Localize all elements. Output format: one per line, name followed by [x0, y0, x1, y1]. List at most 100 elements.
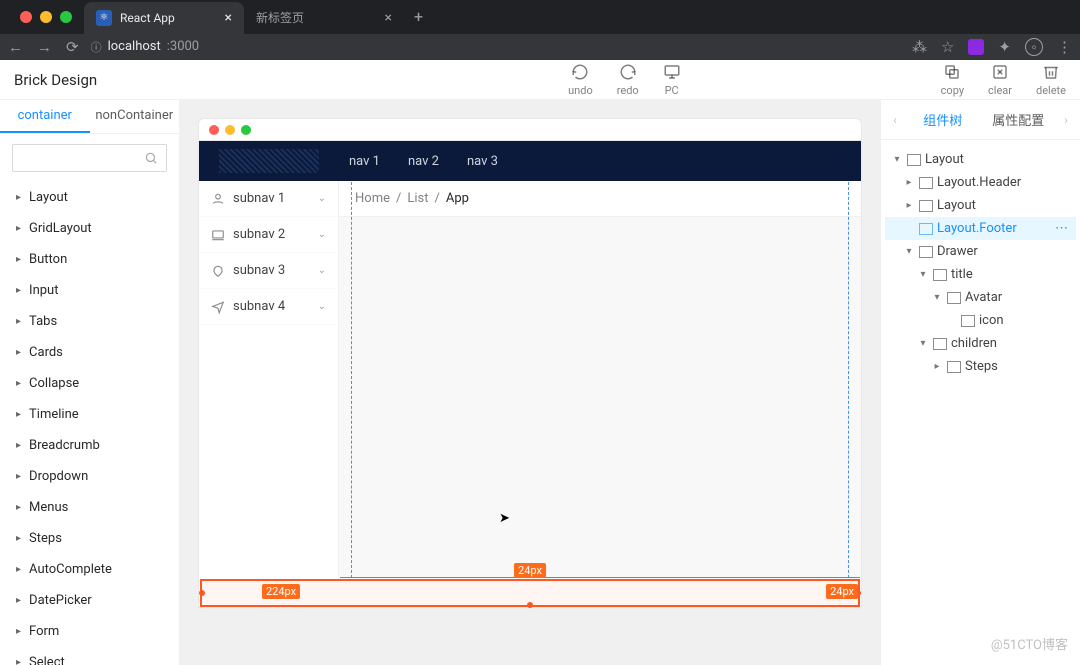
- preview-close-icon: [209, 125, 219, 135]
- breadcrumb-item[interactable]: List: [407, 191, 428, 206]
- component-item[interactable]: ▸Input: [0, 275, 179, 306]
- browser-tab[interactable]: 新标签页 ×: [244, 2, 404, 34]
- nav-item[interactable]: nav 3: [467, 154, 498, 169]
- address-bar: ← → ⟳ ⓘ localhost:3000 ⁂ ☆ ✦ ◦ ⋮: [0, 34, 1080, 60]
- tree-caret-icon[interactable]: ▾: [917, 269, 929, 280]
- selected-footer-element[interactable]: 224px 24px: [200, 579, 860, 607]
- component-box-icon: [947, 292, 961, 304]
- chevron-down-icon: ⌄: [318, 229, 326, 240]
- tree-node[interactable]: ▸Steps: [885, 355, 1076, 378]
- tree-caret-icon[interactable]: ▾: [891, 154, 903, 165]
- breadcrumb-item[interactable]: App: [446, 191, 469, 206]
- component-item[interactable]: ▸Dropdown: [0, 461, 179, 492]
- preview-sidebar[interactable]: subnav 1⌄subnav 2⌄subnav 3⌄subnav 4⌄: [199, 181, 339, 579]
- maximize-window-icon[interactable]: [60, 11, 72, 23]
- menu-icon[interactable]: ⋮: [1057, 38, 1072, 56]
- tree-caret-icon[interactable]: ▾: [903, 246, 915, 257]
- chevron-down-icon: ⌄: [318, 265, 326, 276]
- tab-component-tree[interactable]: 组件树: [905, 100, 981, 139]
- bookmark-icon[interactable]: ☆: [941, 38, 954, 56]
- component-item[interactable]: ▸Steps: [0, 523, 179, 554]
- component-item[interactable]: ▸Select: [0, 647, 179, 665]
- browser-tab-active[interactable]: ⚛ React App ×: [84, 2, 244, 34]
- more-actions-icon[interactable]: ⋯: [1055, 221, 1070, 236]
- tree-node[interactable]: ▾Drawer: [885, 240, 1076, 263]
- tree-caret-icon[interactable]: ▸: [903, 177, 915, 188]
- preview-header[interactable]: nav 1 nav 2 nav 3: [199, 141, 861, 181]
- component-item[interactable]: ▸AutoComplete: [0, 554, 179, 585]
- component-item[interactable]: ▸Layout: [0, 182, 179, 213]
- component-item[interactable]: ▸GridLayout: [0, 213, 179, 244]
- tree-node[interactable]: ▾Layout: [885, 148, 1076, 171]
- tree-caret-icon[interactable]: ▾: [931, 292, 943, 303]
- preview-logo-placeholder[interactable]: [219, 149, 319, 173]
- tree-node[interactable]: ▸Layout.Header: [885, 171, 1076, 194]
- preview-sidebar-item[interactable]: subnav 4⌄: [199, 289, 338, 325]
- close-tab-icon[interactable]: ×: [385, 10, 392, 26]
- component-item[interactable]: ▸DatePicker: [0, 585, 179, 616]
- tab-props-config[interactable]: 属性配置: [981, 100, 1057, 139]
- tree-caret-icon[interactable]: ▸: [931, 361, 943, 372]
- pc-viewport-button[interactable]: PC: [663, 63, 681, 97]
- tab-noncontainer[interactable]: nonContainer: [90, 100, 180, 133]
- new-tab-button[interactable]: +: [404, 7, 433, 26]
- favicon-icon: ⚛: [96, 10, 112, 26]
- design-canvas[interactable]: nav 1 nav 2 nav 3 subnav 1⌄subnav 2⌄subn…: [180, 100, 880, 665]
- copy-button[interactable]: copy: [941, 63, 964, 97]
- tab-container[interactable]: container: [0, 100, 90, 133]
- minimize-window-icon[interactable]: [40, 11, 52, 23]
- browser-tab-bar: ⚛ React App × 新标签页 × +: [0, 0, 1080, 34]
- tree-node[interactable]: ▾children: [885, 332, 1076, 355]
- component-item[interactable]: ▸Menus: [0, 492, 179, 523]
- component-item[interactable]: ▸Form: [0, 616, 179, 647]
- nav-item[interactable]: nav 1: [349, 154, 380, 169]
- delete-button[interactable]: delete: [1036, 63, 1066, 97]
- component-item[interactable]: ▸Button: [0, 244, 179, 275]
- trash-icon: [1042, 63, 1060, 81]
- tree-node[interactable]: ▸Layout: [885, 194, 1076, 217]
- close-tab-icon[interactable]: ×: [225, 10, 232, 26]
- tree-caret-icon[interactable]: ▸: [903, 200, 915, 211]
- tree-node[interactable]: Layout.Footer⋯: [885, 217, 1076, 240]
- forward-button[interactable]: →: [37, 38, 52, 56]
- resize-handle[interactable]: [527, 602, 533, 608]
- caret-right-icon: ▸: [16, 533, 21, 544]
- extensions-icon[interactable]: ✦: [998, 38, 1011, 56]
- tree-node[interactable]: icon: [885, 309, 1076, 332]
- clear-button[interactable]: clear: [988, 63, 1012, 97]
- tabs-next-icon[interactable]: ›: [1056, 113, 1076, 127]
- preview-frame[interactable]: nav 1 nav 2 nav 3 subnav 1⌄subnav 2⌄subn…: [198, 140, 862, 608]
- component-item[interactable]: ▸Tabs: [0, 306, 179, 337]
- tree-node[interactable]: ▾title: [885, 263, 1076, 286]
- resize-handle[interactable]: [199, 590, 205, 596]
- translate-icon[interactable]: ⁂: [912, 38, 927, 56]
- preview-sidebar-item[interactable]: subnav 2⌄: [199, 217, 338, 253]
- undo-button[interactable]: undo: [568, 63, 593, 97]
- extension-icon[interactable]: [968, 39, 984, 55]
- tabs-prev-icon[interactable]: ‹: [885, 113, 905, 127]
- component-item[interactable]: ▸Timeline: [0, 399, 179, 430]
- component-search-input[interactable]: [12, 144, 167, 172]
- tree-node[interactable]: ▾Avatar: [885, 286, 1076, 309]
- preview-sidebar-item[interactable]: subnav 1⌄: [199, 181, 338, 217]
- tree-caret-icon[interactable]: ▾: [917, 338, 929, 349]
- back-button[interactable]: ←: [8, 38, 23, 56]
- component-list[interactable]: ▸Layout▸GridLayout▸Button▸Input▸Tabs▸Car…: [0, 182, 179, 665]
- url-field[interactable]: ⓘ localhost:3000: [91, 39, 900, 55]
- component-tree[interactable]: ▾Layout▸Layout.Header▸LayoutLayout.Foote…: [881, 140, 1080, 386]
- profile-icon[interactable]: ◦: [1025, 38, 1043, 56]
- component-item[interactable]: ▸Cards: [0, 337, 179, 368]
- nav-item[interactable]: nav 2: [408, 154, 439, 169]
- chevron-down-icon: ⌄: [318, 301, 326, 312]
- close-window-icon[interactable]: [20, 11, 32, 23]
- redo-button[interactable]: redo: [617, 63, 639, 97]
- component-item[interactable]: ▸Breadcrumb: [0, 430, 179, 461]
- clear-icon: [991, 63, 1009, 81]
- reload-button[interactable]: ⟳: [66, 38, 79, 56]
- preview-content[interactable]: Home/List/App ➤: [339, 181, 861, 579]
- component-item[interactable]: ▸Collapse: [0, 368, 179, 399]
- breadcrumb-item[interactable]: Home: [355, 191, 390, 206]
- caret-right-icon: ▸: [16, 409, 21, 420]
- preview-sidebar-item[interactable]: subnav 3⌄: [199, 253, 338, 289]
- window-controls[interactable]: [8, 11, 84, 23]
